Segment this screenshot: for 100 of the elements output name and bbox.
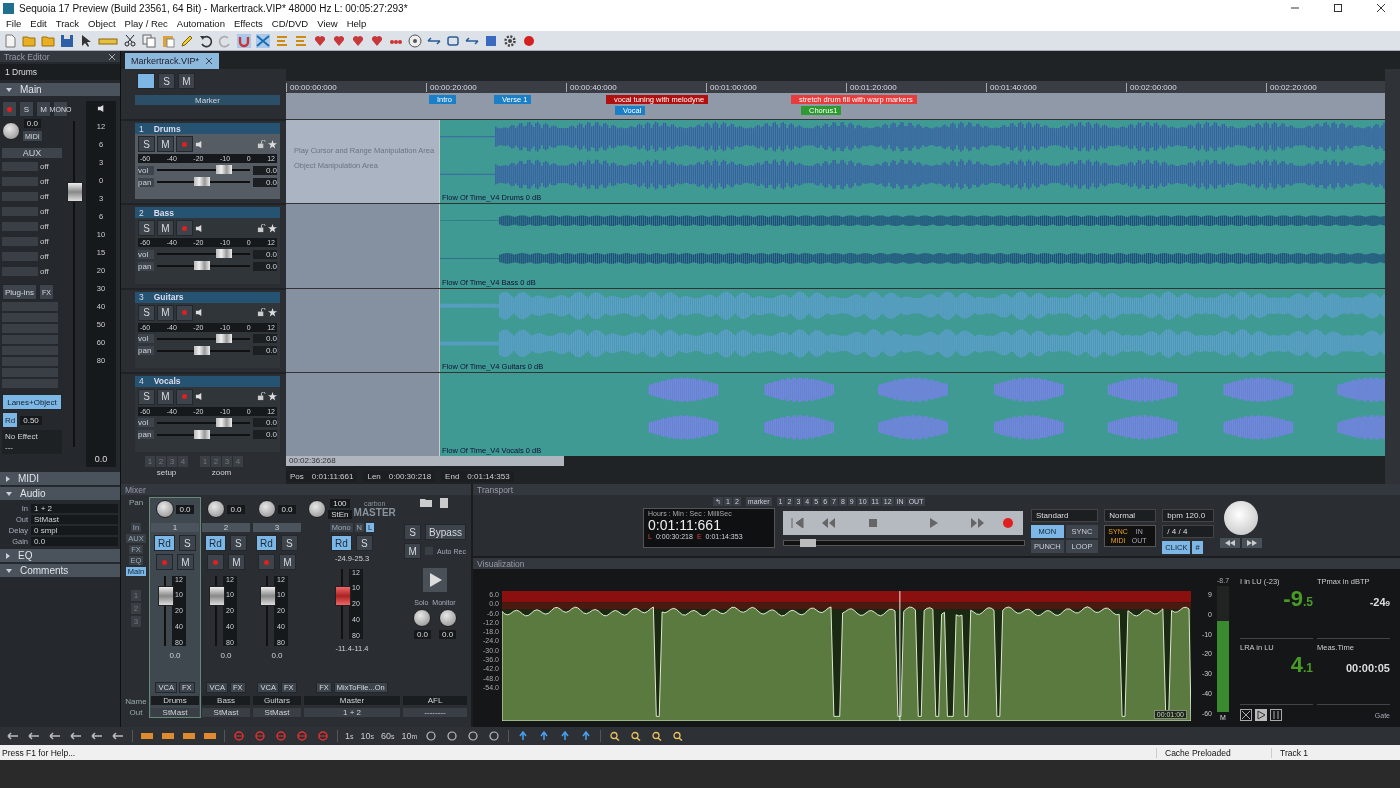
speaker-icon[interactable] (195, 223, 204, 233)
field-value[interactable]: 0 smpl (31, 525, 118, 535)
slider-handle[interactable] (215, 249, 232, 259)
navigation-arrow-icon[interactable] (111, 731, 125, 741)
solo-button[interactable]: S (138, 220, 155, 237)
fader-handle[interactable] (158, 585, 174, 606)
document-icon[interactable] (3, 33, 17, 48)
mute-button[interactable]: M (157, 136, 174, 152)
solo-button[interactable]: S (280, 535, 298, 551)
pan-knob[interactable] (2, 121, 20, 140)
star-icon[interactable] (268, 392, 277, 402)
menu-item[interactable]: Track (55, 18, 80, 29)
output-field[interactable]: StMast (151, 708, 199, 717)
lock-icon[interactable] (257, 223, 266, 233)
record-button[interactable] (2, 101, 17, 117)
copy-icon[interactable] (142, 33, 156, 48)
section-header[interactable]: Audio (0, 487, 120, 500)
position-value[interactable]: 0:01:11:661 (311, 472, 354, 481)
solo-button[interactable]: S (138, 388, 155, 405)
afl-button[interactable]: AFL (403, 696, 467, 705)
scrollbar[interactable] (1385, 69, 1400, 484)
solo-button[interactable]: S (158, 73, 175, 89)
section-header[interactable]: MIDI (0, 472, 120, 485)
navigation-arrow-icon[interactable] (27, 731, 41, 741)
channel-number[interactable]: 1 (151, 523, 199, 532)
menu-item[interactable]: Object (88, 18, 116, 29)
mute-button[interactable]: M (157, 220, 174, 237)
menu-item[interactable]: View (317, 18, 338, 29)
menu-item[interactable]: Automation (176, 18, 225, 29)
star-icon[interactable] (268, 308, 277, 317)
star-icon[interactable] (268, 139, 277, 149)
scissors-icon[interactable] (123, 33, 137, 48)
read-button[interactable]: Rd (2, 412, 19, 428)
mute-button[interactable]: M (404, 543, 422, 559)
slider-handle[interactable] (193, 261, 210, 271)
read-button[interactable]: Rd (256, 535, 277, 551)
marker-track-header[interactable]: Marker (135, 95, 280, 105)
mute-button[interactable]: M (157, 304, 174, 321)
heart-icon[interactable] (351, 33, 365, 48)
record-button[interactable] (176, 136, 193, 152)
mute-button[interactable]: M (157, 388, 174, 405)
settings-icon[interactable] (503, 33, 517, 48)
track-name-bar[interactable]: 3 Guitars (135, 291, 280, 303)
output-field[interactable]: 1 + 2 (304, 708, 400, 717)
fader-handle[interactable] (260, 585, 276, 606)
record-button[interactable] (156, 554, 173, 570)
slider-handle[interactable] (800, 538, 816, 547)
pause-button[interactable] (1270, 709, 1282, 721)
pan-knob[interactable] (207, 500, 226, 518)
mute-button[interactable]: M (178, 73, 195, 89)
stereo-mode[interactable]: StEn (328, 510, 352, 519)
star-icon[interactable] (268, 223, 277, 233)
track-name-bar[interactable]: 4 Vocals (135, 375, 280, 387)
channel-number[interactable]: 2 (202, 523, 250, 532)
track-name-bar[interactable]: 1 Drums (135, 123, 280, 134)
navigation-arrow-icon[interactable] (48, 731, 62, 741)
position-value[interactable]: 0:00:30:218 (388, 472, 432, 481)
solo-button[interactable]: S (138, 304, 155, 321)
pan-knob[interactable] (308, 500, 327, 518)
folder-icon[interactable] (419, 498, 433, 508)
field-value[interactable]: StMast (31, 514, 118, 524)
lanes-button[interactable]: Lanes+Object (2, 394, 62, 410)
record-button[interactable] (207, 554, 224, 570)
section-header[interactable]: Comments (0, 564, 120, 577)
solo-button[interactable]: S (229, 535, 247, 551)
play-button[interactable] (423, 568, 447, 592)
plugins-button[interactable]: Plug-ins (2, 284, 37, 300)
record-button[interactable] (993, 510, 1023, 535)
slider-handle[interactable] (193, 345, 210, 355)
skip-start-button[interactable] (783, 510, 813, 535)
field-value[interactable]: 0.0 (31, 536, 118, 546)
rewind-button[interactable] (1220, 538, 1241, 548)
record-button[interactable] (258, 554, 275, 570)
speaker-icon[interactable] (195, 392, 204, 402)
jog-wheel[interactable] (1224, 501, 1259, 535)
navigation-arrow-icon[interactable] (6, 731, 20, 741)
pan-knob[interactable] (258, 500, 277, 518)
slider-handle[interactable] (215, 333, 232, 343)
track-name-bar[interactable]: 2 Bass (135, 207, 280, 219)
menu-item[interactable]: CD/DVD (271, 18, 309, 29)
section-header[interactable]: EQ (0, 549, 120, 562)
mode-dropdown[interactable]: Standard (1031, 509, 1099, 522)
track-dropdown[interactable]: 1 Drums (0, 64, 120, 80)
fader-handle[interactable] (209, 585, 225, 606)
heart-icon[interactable] (332, 33, 346, 48)
navigation-arrow-icon[interactable] (69, 731, 83, 741)
fader-handle[interactable] (335, 585, 351, 606)
clipboard-icon[interactable] (161, 33, 175, 48)
channel-number[interactable]: 3 (253, 523, 301, 532)
solo-button[interactable]: S (178, 535, 196, 551)
slider-handle[interactable] (193, 429, 210, 439)
read-button[interactable]: Rd (154, 535, 175, 551)
slider-handle[interactable] (193, 177, 210, 186)
menu-item[interactable]: File (6, 18, 22, 29)
speaker-icon[interactable] (195, 139, 204, 149)
bypass-button[interactable]: Bypass (425, 524, 466, 540)
reset-button[interactable] (1240, 709, 1252, 721)
time-signature-dropdown[interactable]: / 4 / 4 (1162, 525, 1215, 538)
heart-icon[interactable] (370, 33, 384, 48)
scrollbar-thumb[interactable]: 00:02:36:268 (286, 456, 564, 466)
